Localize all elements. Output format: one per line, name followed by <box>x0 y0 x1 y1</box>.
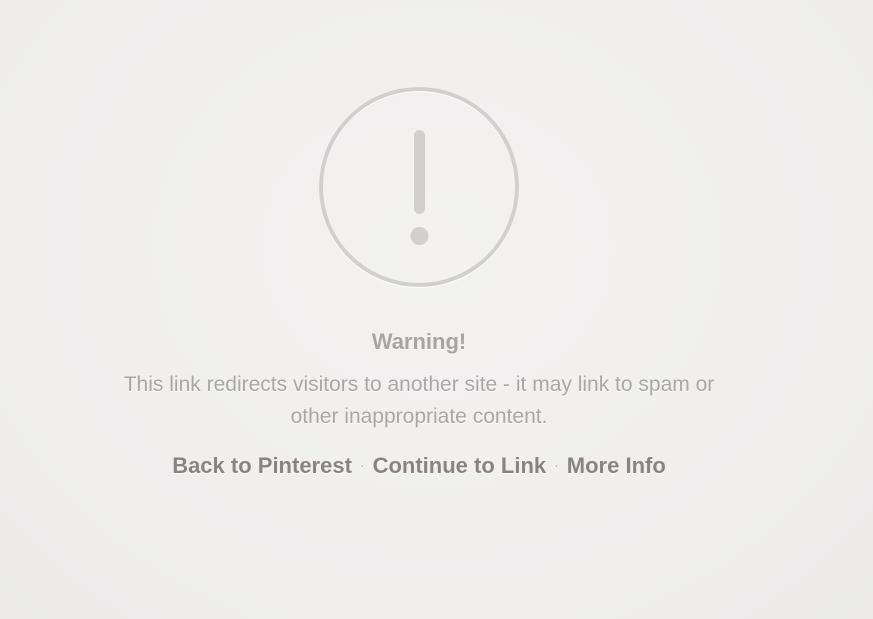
continue-to-link-link[interactable]: Continue to Link <box>373 453 547 478</box>
exclamation-circle-icon <box>319 87 521 289</box>
more-info-link[interactable]: More Info <box>567 453 666 478</box>
redirect-warning-page: Warning! This link redirects visitors to… <box>0 0 873 619</box>
action-links: Back to Pinterest · Continue to Link · More … <box>0 453 838 479</box>
link-separator: · <box>554 457 559 473</box>
back-to-pinterest-link[interactable]: Back to Pinterest <box>172 453 352 478</box>
link-separator: · <box>359 457 365 473</box>
warning-title: Warning! <box>371 329 467 354</box>
warning-message: This link redirects visitors to another … <box>123 373 715 428</box>
